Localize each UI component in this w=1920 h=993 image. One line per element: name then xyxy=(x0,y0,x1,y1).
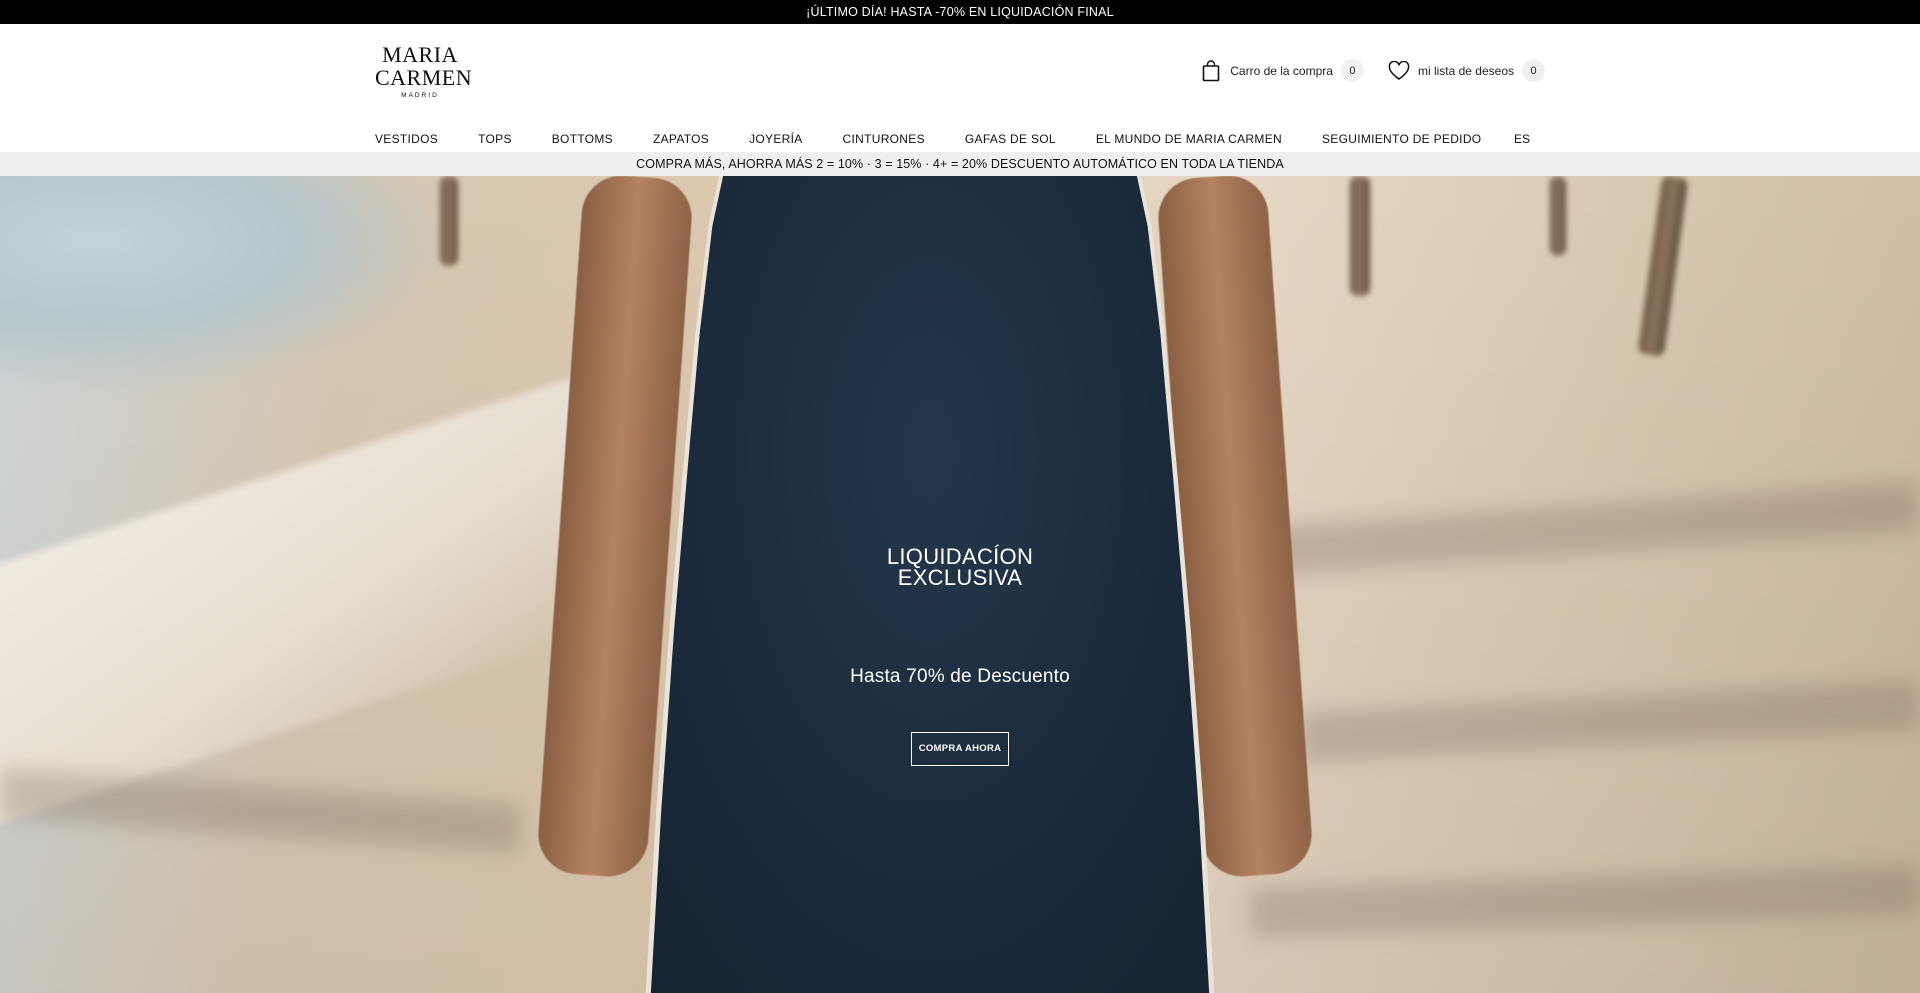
nav-item-seguimiento[interactable]: SEGUIMIENTO DE PEDIDO xyxy=(1322,132,1481,146)
cart-link[interactable]: Carro de la compra 0 xyxy=(1200,59,1364,82)
site-header: MARIA CARMEN MADRID Carro de la compra 0… xyxy=(0,24,1920,152)
wishlist-link[interactable]: mi lista de deseos 0 xyxy=(1388,59,1545,82)
hero-bg-palm-trunk xyxy=(1637,176,1689,357)
hero-subtitle: Hasta 70% de Descuento xyxy=(850,666,1070,687)
announcement-bar[interactable]: ¡ÚLTIMO DÍA! HASTA -70% EN LIQUIDACIÓN F… xyxy=(0,0,1920,24)
nav-item-cinturones[interactable]: CINTURONES xyxy=(843,132,925,146)
hero-bg-shadow xyxy=(0,767,522,855)
shop-now-button[interactable]: COMPRA AHORA xyxy=(911,732,1009,766)
hero-banner[interactable]: LIQUIDACÍON EXCLUSIVA Hasta 70% de Descu… xyxy=(0,176,1920,993)
announcement-text[interactable]: ¡ÚLTIMO DÍA! HASTA -70% EN LIQUIDACIÓN F… xyxy=(806,5,1114,19)
nav-item-vestidos[interactable]: VESTIDOS xyxy=(375,132,438,146)
nav-item-joyeria[interactable]: JOYERÍA xyxy=(749,132,802,146)
header-actions: Carro de la compra 0 mi lista de deseos … xyxy=(1200,59,1545,82)
nav-item-el-mundo[interactable]: EL MUNDO DE MARIA CARMEN xyxy=(1096,132,1282,146)
logo-line-1: MARIA xyxy=(382,42,458,67)
heart-icon xyxy=(1388,60,1410,82)
hero-bg-shadow xyxy=(1249,864,1920,938)
nav-item-gafas-de-sol[interactable]: GAFAS DE SOL xyxy=(965,132,1056,146)
hero-bg-shadow xyxy=(1299,679,1920,763)
hero-bg-palm-trunk xyxy=(440,176,458,266)
logo-line-2: CARMEN xyxy=(375,65,473,90)
main-navigation: VESTIDOS TOPS BOTTOMS ZAPATOS JOYERÍA CI… xyxy=(375,128,1545,150)
hero-bg-palm-trunk xyxy=(1350,176,1370,296)
promo-text[interactable]: COMPRA MÁS, AHORRA MÁS 2 = 10% · 3 = 15%… xyxy=(636,157,1284,171)
hero-content: LIQUIDACÍON EXCLUSIVA Hasta 70% de Descu… xyxy=(760,546,1160,766)
language-selector[interactable]: ES xyxy=(1514,132,1530,146)
cart-count-badge: 0 xyxy=(1340,59,1364,82)
nav-item-zapatos[interactable]: ZAPATOS xyxy=(653,132,709,146)
nav-item-tops[interactable]: TOPS xyxy=(478,132,512,146)
hero-title: LIQUIDACÍON EXCLUSIVA xyxy=(760,546,1160,590)
cart-label: Carro de la compra xyxy=(1230,63,1333,78)
hero-bg-sea xyxy=(0,176,460,396)
hero-bg-palm-trunk xyxy=(1550,176,1566,256)
promo-banner[interactable]: COMPRA MÁS, AHORRA MÁS 2 = 10% · 3 = 15%… xyxy=(0,152,1920,176)
wishlist-count-badge: 0 xyxy=(1522,59,1545,82)
brand-logo[interactable]: MARIA CARMEN MADRID xyxy=(375,42,473,100)
hero-title-line-2: EXCLUSIVA xyxy=(897,565,1023,590)
hero-bg-shadow xyxy=(1199,480,1920,582)
shopping-bag-icon xyxy=(1200,59,1222,82)
nav-item-bottoms[interactable]: BOTTOMS xyxy=(552,132,613,146)
logo-line-3: MADRID xyxy=(401,92,439,99)
wishlist-label: mi lista de deseos xyxy=(1417,63,1514,78)
hero-bg-wall xyxy=(0,375,580,837)
